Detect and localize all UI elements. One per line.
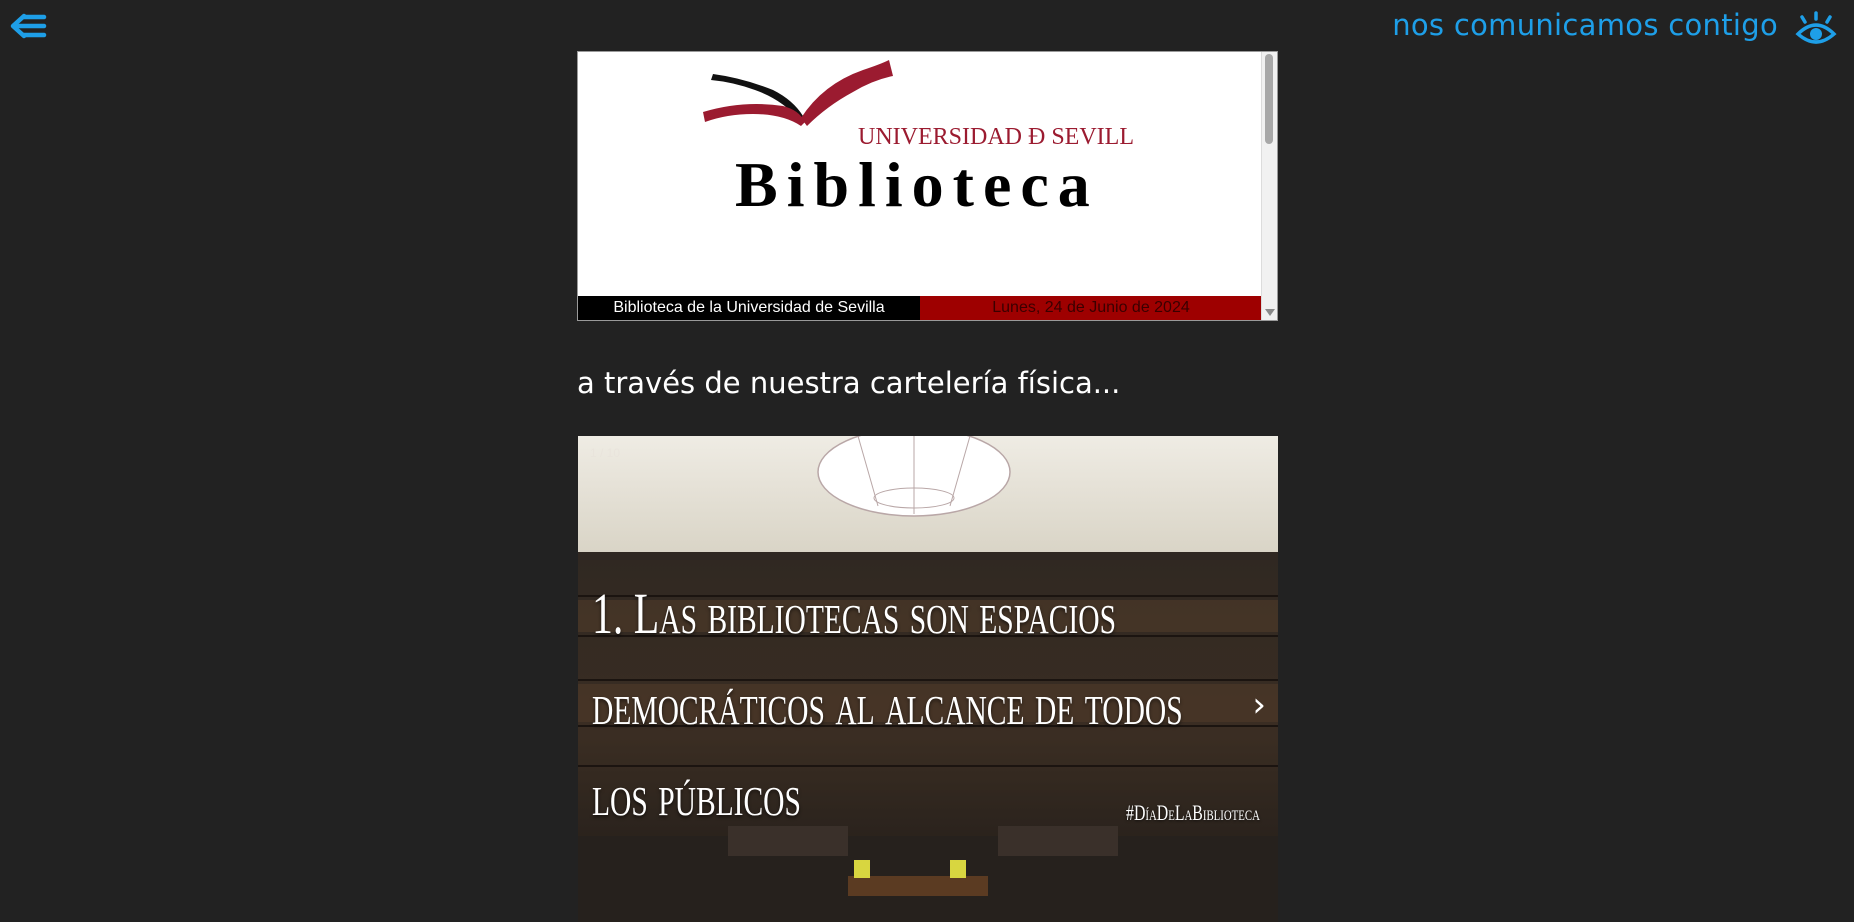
slide-next-button[interactable]: › — [1252, 688, 1266, 722]
footer-library-name: Biblioteca de la Universidad de Sevilla — [578, 296, 920, 320]
slide-hashtag: #DíaDeLaBiblioteca — [1126, 800, 1260, 825]
scroll-down-arrow-icon[interactable] — [1265, 309, 1275, 316]
scrollbar-thumb[interactable] — [1265, 54, 1273, 144]
logo-title-text: Biblioteca — [735, 149, 1099, 216]
back-arrow-icon[interactable] — [10, 10, 50, 44]
slideshow[interactable]: 1 / 10 1. Las bibliotecas son espacios d… — [578, 436, 1278, 922]
frame-scrollbar[interactable] — [1261, 52, 1277, 320]
footer-date: Lunes, 24 de Junio de 2024 — [920, 296, 1262, 320]
slide-counter: 1 / 10 — [590, 446, 621, 460]
section-heading: a través de nuestra cartelería física... — [577, 366, 1121, 400]
eye-icon[interactable] — [1794, 10, 1838, 50]
biblioteca-logo: UNIVERSIDAD Ð SEVILLA Biblioteca — [703, 60, 1133, 216]
logo-university-text: UNIVERSIDAD Ð SEVILLA — [858, 124, 1133, 150]
frame-footer: Biblioteca de la Universidad de Sevilla … — [578, 296, 1262, 320]
embedded-signage-frame[interactable]: UNIVERSIDAD Ð SEVILLA Biblioteca Bibliot… — [577, 51, 1278, 321]
header-tagline: nos comunicamos contigo — [1392, 8, 1778, 42]
